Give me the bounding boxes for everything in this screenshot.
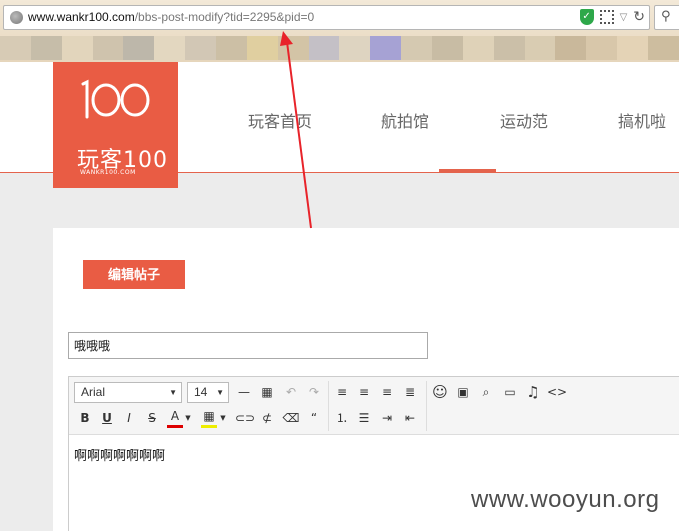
- align-left-icon[interactable]: ≡: [333, 382, 351, 402]
- nav-active-indicator: [439, 169, 496, 172]
- font-size-select[interactable]: 14 ▼: [187, 382, 229, 403]
- logo-subtext: WANKR100.COM: [80, 169, 136, 176]
- browser-search-box[interactable]: ⚲: [654, 5, 679, 30]
- caret-down-icon: ▼: [216, 388, 224, 397]
- reload-icon[interactable]: ↻: [633, 9, 645, 25]
- music-icon[interactable]: ♫: [524, 382, 542, 402]
- quote-icon[interactable]: “: [305, 408, 323, 428]
- nav-item-home[interactable]: 玩客首页: [248, 108, 312, 132]
- emoji-icon[interactable]: ☺: [431, 382, 449, 402]
- link-icon[interactable]: ⊂⊃: [235, 408, 255, 428]
- background-color-dropdown-icon[interactable]: ▼: [219, 408, 227, 428]
- toolbar-separator: [426, 381, 427, 431]
- align-center-icon[interactable]: ≡: [355, 382, 373, 402]
- image-icon[interactable]: ▣: [454, 382, 472, 402]
- font-family-select[interactable]: Arial ▼: [74, 382, 182, 403]
- font-family-value: Arial: [81, 385, 106, 399]
- nav-item-sports[interactable]: 运动范: [500, 108, 548, 132]
- editor-toolbar: Arial ▼ 14 ▼ — ▦ ↶ ↷ ≡ ≡ ≡ ≣ ☺ ▣ ⌕ ▭ ♫ <> …: [69, 377, 679, 435]
- align-justify-icon[interactable]: ≣: [401, 382, 419, 402]
- bookmarks-bar-blurred: [0, 36, 679, 60]
- search-icon: ⚲: [661, 9, 671, 24]
- clear-format-icon[interactable]: ⌫: [282, 408, 300, 428]
- table-icon[interactable]: ▦: [258, 382, 276, 402]
- url-domain: www.wankr100.com: [28, 10, 135, 24]
- watermark: www.wooyun.org: [471, 486, 660, 513]
- italic-icon[interactable]: I: [121, 408, 137, 428]
- browser-chrome: www.wankr100.com/bbs-post-modify?tid=229…: [0, 0, 679, 62]
- font-color-dropdown-icon[interactable]: ▼: [184, 408, 192, 428]
- url-text[interactable]: www.wankr100.com/bbs-post-modify?tid=229…: [28, 10, 314, 24]
- redo-icon[interactable]: ↷: [305, 382, 323, 402]
- post-title-input[interactable]: [68, 332, 428, 359]
- background-color-icon[interactable]: ▦: [201, 408, 217, 428]
- globe-icon: [10, 11, 23, 24]
- horizontal-rule-icon[interactable]: —: [235, 382, 253, 402]
- attachment-icon[interactable]: ⌕: [477, 382, 495, 402]
- undo-icon[interactable]: ↶: [282, 382, 300, 402]
- underline-icon[interactable]: U: [99, 408, 115, 428]
- edit-post-button[interactable]: 编辑帖子: [83, 260, 185, 289]
- address-bar[interactable]: www.wankr100.com/bbs-post-modify?tid=229…: [3, 5, 650, 30]
- align-right-icon[interactable]: ≡: [378, 382, 396, 402]
- dropdown-arrow-icon[interactable]: ▽: [620, 12, 628, 23]
- nav-item-aerial[interactable]: 航拍馆: [381, 108, 429, 132]
- toolbar-separator: [328, 381, 329, 431]
- shield-icon[interactable]: ✓: [579, 9, 594, 25]
- code-icon[interactable]: <>: [547, 382, 567, 402]
- ordered-list-icon[interactable]: ⒈: [333, 408, 351, 428]
- font-size-value: 14: [194, 385, 208, 399]
- font-color-icon[interactable]: A: [167, 408, 183, 428]
- indent-icon[interactable]: ⇥: [378, 408, 396, 428]
- editor-content[interactable]: 啊啊啊啊啊啊啊: [74, 445, 165, 464]
- site-logo[interactable]: 玩客100 WANKR100.COM: [53, 62, 178, 188]
- qr-code-icon[interactable]: [599, 10, 614, 24]
- caret-down-icon: ▼: [169, 388, 177, 397]
- unordered-list-icon[interactable]: ☰: [355, 408, 373, 428]
- video-icon[interactable]: ▭: [501, 382, 519, 402]
- nav-item-gadgets[interactable]: 搞机啦: [618, 108, 666, 132]
- bold-icon[interactable]: B: [77, 408, 93, 428]
- url-path: /bbs-post-modify?tid=2295&pid=0: [134, 10, 315, 24]
- outdent-icon[interactable]: ⇤: [401, 408, 419, 428]
- unlink-icon[interactable]: ⊄: [258, 408, 276, 428]
- strikethrough-icon[interactable]: S: [144, 408, 160, 428]
